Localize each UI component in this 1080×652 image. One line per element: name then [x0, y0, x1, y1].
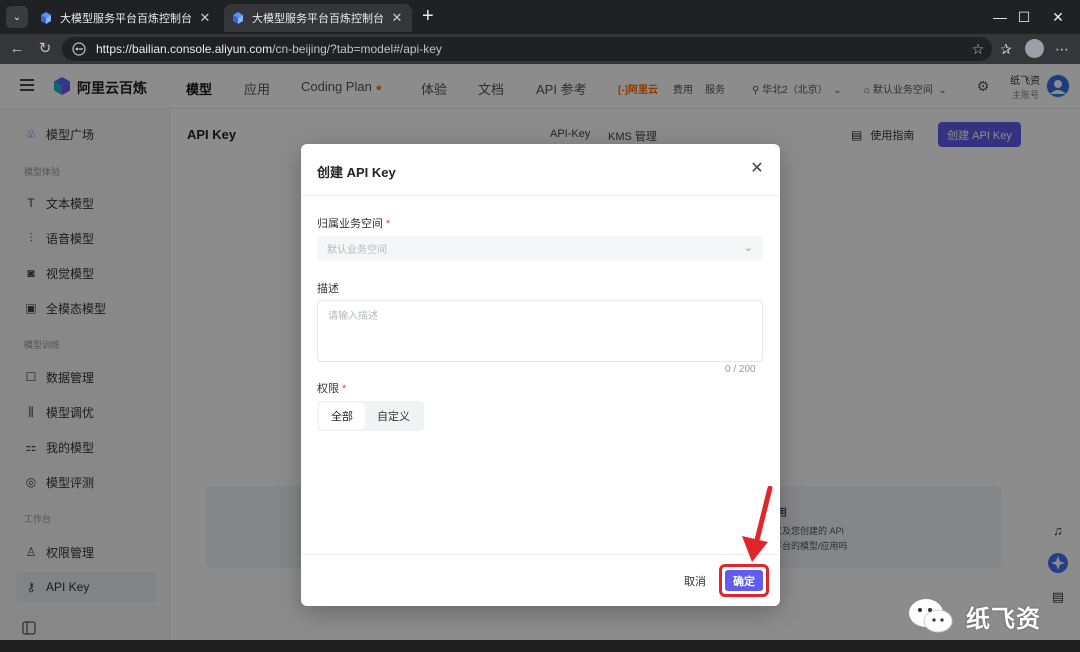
back-arrow-icon[interactable]: ←: [8, 40, 26, 58]
url-host: https://bailian.console.aliyun.com: [96, 42, 273, 56]
profile-avatar-icon[interactable]: [1025, 39, 1044, 58]
workspace-select-value: 默认业务空间: [327, 245, 387, 256]
required-mark: *: [342, 383, 347, 395]
permission-label-text: 权限: [317, 383, 339, 395]
char-counter: 0 / 200: [725, 364, 756, 375]
tab-close-icon[interactable]: ✕: [390, 10, 404, 26]
favorites-icon[interactable]: ✰: [996, 40, 1016, 58]
dialog-footer: 取消 确定: [301, 554, 780, 606]
bailian-favicon-icon: [41, 12, 51, 24]
required-mark: *: [386, 218, 391, 230]
close-icon[interactable]: ✕: [748, 160, 766, 178]
browser-tab-2-active[interactable]: 大模型服务平台百炼控制台 ✕: [224, 4, 412, 32]
browser-tab-1[interactable]: 大模型服务平台百炼控制台 ✕: [32, 4, 220, 32]
url-path: /cn-beijing/?tab=model#/api-key: [272, 42, 442, 56]
permission-segmented-control: 全部 自定义: [317, 401, 424, 431]
create-api-key-dialog: 创建 API Key ✕ 归属业务空间* 默认业务空间 ⌄ 描述 0 / 200…: [301, 144, 780, 606]
red-arrow-annotation-icon: [742, 486, 773, 562]
chevron-down-icon: ⌄: [743, 242, 753, 254]
confirm-highlight-box: 确定: [719, 564, 769, 597]
browser-tab-bar: ⌄ 大模型服务平台百炼控制台 ✕ 大模型服务平台百炼控制台 ✕ + — ☐ ✕: [0, 0, 1080, 34]
workspace-select[interactable]: 默认业务空间 ⌄: [317, 236, 763, 261]
cancel-button[interactable]: 取消: [675, 569, 715, 593]
browser-address-bar: ← ↻ https://bailian.console.aliyun.com /…: [0, 34, 1080, 64]
tab-title: 大模型服务平台百炼控制台: [252, 13, 384, 25]
workspace-label-text: 归属业务空间: [317, 218, 383, 230]
new-tab-button[interactable]: +: [422, 6, 434, 26]
dialog-title: 创建 API Key: [317, 165, 396, 180]
more-menu-icon[interactable]: ⋯: [1052, 40, 1072, 58]
description-label: 描述: [317, 283, 339, 295]
url-field[interactable]: https://bailian.console.aliyun.com /cn-b…: [62, 37, 992, 61]
confirm-button[interactable]: 确定: [725, 570, 763, 591]
corner-watermark-text: 纸飞资: [966, 605, 1041, 633]
bailian-favicon-icon: [233, 12, 243, 24]
window-close-button[interactable]: ✕: [1036, 0, 1080, 34]
description-textarea[interactable]: [317, 300, 763, 362]
corner-watermark: 纸飞资: [906, 596, 1041, 636]
bookmark-star-icon[interactable]: ☆: [968, 40, 988, 58]
permission-all-option[interactable]: 全部: [319, 403, 365, 429]
permission-custom-option[interactable]: 自定义: [365, 403, 422, 429]
reload-icon[interactable]: ↻: [36, 40, 54, 58]
dialog-header: 创建 API Key ✕: [301, 144, 780, 196]
site-info-icon[interactable]: [72, 42, 86, 56]
wechat-icon: [909, 599, 953, 633]
permission-field-label: 权限 *: [317, 380, 346, 396]
tab-search-icon[interactable]: ⌄: [6, 6, 28, 28]
workspace-field-label: 归属业务空间 *: [317, 215, 390, 231]
tab-close-icon[interactable]: ✕: [198, 10, 212, 26]
tab-title: 大模型服务平台百炼控制台: [60, 13, 192, 25]
